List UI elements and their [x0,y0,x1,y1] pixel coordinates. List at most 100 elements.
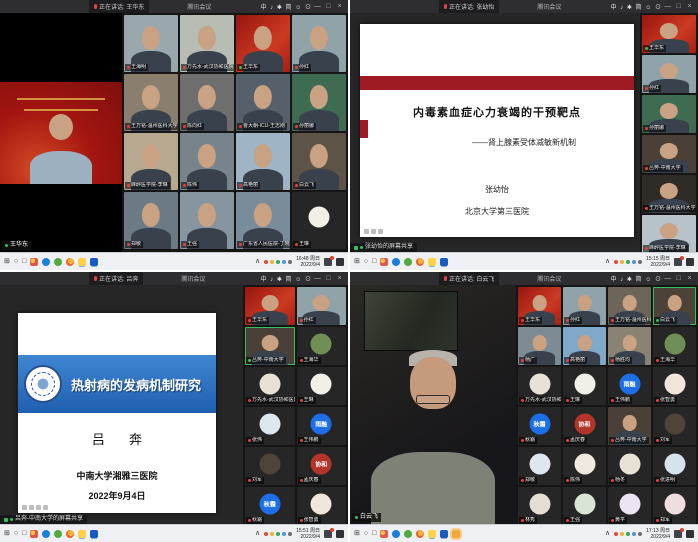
search-icon[interactable]: ○ [14,530,18,537]
taskbar-app-edge-icon[interactable] [42,258,50,266]
annotation-toolbar[interactable] [22,505,48,510]
tray-caret-icon[interactable]: ∧ [255,530,260,537]
participant-tile[interactable]: 王万铭-温州医科大学 [124,74,178,131]
participant-tile[interactable]: 协和孟庆春 [563,407,606,445]
participant-tile[interactable]: 郑敏 [518,447,561,485]
participant-tile[interactable]: 麻醉医学院-李琳 [642,215,696,252]
participant-tile[interactable]: 王华东 [236,15,290,72]
taskbar-clock[interactable]: 16:48 周日 2022/9/4 [296,256,320,268]
search-icon[interactable]: ○ [364,530,368,537]
search-icon[interactable]: ○ [364,258,368,265]
taskbar-app-firefox-icon[interactable] [66,258,74,266]
taskbar-app-browser-icon[interactable] [54,530,62,538]
taskbar-app-edge-icon[interactable] [392,258,400,266]
participant-tile[interactable]: 杨冬 [608,447,651,485]
close-button[interactable]: × [334,0,345,13]
chat-app-tray-icon[interactable] [674,530,682,538]
taskbar-app-browser-icon[interactable] [54,258,62,266]
tray-icons[interactable] [264,260,292,264]
chat-app-tray-icon[interactable] [324,530,332,538]
taskbar-app-meeting-icon[interactable] [452,530,460,538]
active-speaker-video[interactable]: 白云飞 [350,285,516,524]
participant-tile[interactable]: 郑敏 [124,192,178,249]
maximize-button[interactable]: □ [323,0,334,13]
participant-tile[interactable]: 高艳丽 [563,327,606,365]
ime-toolbar[interactable]: 中 ♪ ✱ 简 ☺ ⊙ [261,2,313,11]
participant-tile[interactable]: 王琳 [563,367,606,405]
taskbar-app-word-icon[interactable] [440,530,448,538]
participant-tile[interactable]: 王华东 [245,287,295,325]
participant-tile[interactable]: 王琳 [292,192,346,249]
tray-icons[interactable] [614,260,642,264]
minimize-button[interactable]: — [312,0,323,13]
taskbar-app-explorer-icon[interactable] [78,530,86,538]
participant-tile[interactable]: 王琳 [297,367,347,405]
ime-toolbar[interactable]: 中 ♪ ✱ 简 ☺ ⊙ [611,274,663,283]
minimize-button[interactable]: — [662,0,673,13]
participant-tile[interactable]: 孙红 [292,15,346,72]
taskbar-app-photos-icon[interactable] [30,530,38,538]
taskbar-app-word-icon[interactable] [440,258,448,266]
tray-icons[interactable] [264,532,292,536]
ime-toolbar[interactable]: 中 ♪ ✱ 简 ☺ ⊙ [611,2,663,11]
action-center-icon[interactable] [336,530,344,538]
participant-tile[interactable]: 王华东 [642,15,696,53]
participant-tile[interactable]: 白云飞 [292,133,346,190]
participant-tile[interactable]: 陈伟 [180,133,234,190]
task-view-icon[interactable]: □ [22,530,26,537]
maximize-button[interactable]: □ [323,272,334,285]
participant-tile[interactable]: 孙红 [563,287,606,325]
participant-tile[interactable]: 吕奔-中南大学 [608,407,651,445]
start-button[interactable]: ⊞ [354,530,360,537]
participant-tile[interactable]: 曹大朝-ICU-王志刚 [236,74,290,131]
participant-tile[interactable]: 王海明 [124,15,178,72]
start-button[interactable]: ⊞ [354,258,360,265]
taskbar-app-edge-icon[interactable] [42,530,50,538]
taskbar-clock[interactable]: 17:13 周日 2022/9/4 [646,528,670,540]
participant-tile[interactable]: 王万铭-温州医科大学 [608,287,651,325]
participant-tile[interactable]: 高艳丽 [236,133,290,190]
participant-tile[interactable]: 王华东 [518,287,561,325]
participant-tile[interactable]: 张伟 [245,407,295,445]
participant-tile[interactable]: 王强 [563,487,606,524]
taskbar-app-firefox-icon[interactable] [66,530,74,538]
minimize-button[interactable]: — [662,272,673,285]
participant-tile[interactable]: 王海华 [297,327,347,365]
participant-tile[interactable]: 白云飞 [653,287,696,325]
taskbar-app-photos-icon[interactable] [380,258,388,266]
taskbar-clock[interactable]: 15:51 周日 2022/9/4 [296,528,320,540]
taskbar-app-browser-icon[interactable] [404,258,412,266]
tray-caret-icon[interactable]: ∧ [605,530,610,537]
participant-tile[interactable]: 孙丽娜 [642,95,696,133]
participant-tile[interactable]: 杨胜均 [608,327,651,365]
taskbar-app-firefox-icon[interactable] [416,530,424,538]
participant-tile[interactable]: 吕奔-中南大学 [642,135,696,173]
participant-tile[interactable]: 孙丽娜 [292,74,346,131]
chat-app-tray-icon[interactable] [674,258,682,266]
participant-tile[interactable]: 协和孟庆春 [297,447,347,485]
task-view-icon[interactable]: □ [372,258,376,265]
participant-tile[interactable]: 黄平 [608,487,651,524]
tray-caret-icon[interactable]: ∧ [255,258,260,265]
annotation-toolbar[interactable] [364,229,383,234]
participant-tile[interactable]: 广东省人民医院-丁晓均 [236,192,290,249]
participant-tile[interactable]: 王海华 [653,327,696,365]
action-center-icon[interactable] [686,530,694,538]
search-icon[interactable]: ○ [14,258,18,265]
participant-tile[interactable]: 雨融王伟鹏 [608,367,651,405]
participant-tile[interactable]: 万先水-武汉协和医院 [245,367,295,405]
participant-tile[interactable]: 陈向红 [180,74,234,131]
participant-tile[interactable]: 万先水-武汉协和医院 [180,15,234,72]
participant-tile[interactable]: 张智勇 [653,367,696,405]
participant-tile[interactable]: 张进明 [653,447,696,485]
active-speaker-video[interactable] [0,82,122,184]
participant-tile[interactable]: 杨广 [518,327,561,365]
task-view-icon[interactable]: □ [372,530,376,537]
participant-tile[interactable]: 王万铭-温州医科大学 [642,175,696,213]
action-center-icon[interactable] [686,258,694,266]
task-view-icon[interactable]: □ [22,258,26,265]
action-center-icon[interactable] [336,258,344,266]
tray-caret-icon[interactable]: ∧ [605,258,610,265]
participant-tile[interactable]: 王强 [180,192,234,249]
taskbar-app-browser-icon[interactable] [404,530,412,538]
